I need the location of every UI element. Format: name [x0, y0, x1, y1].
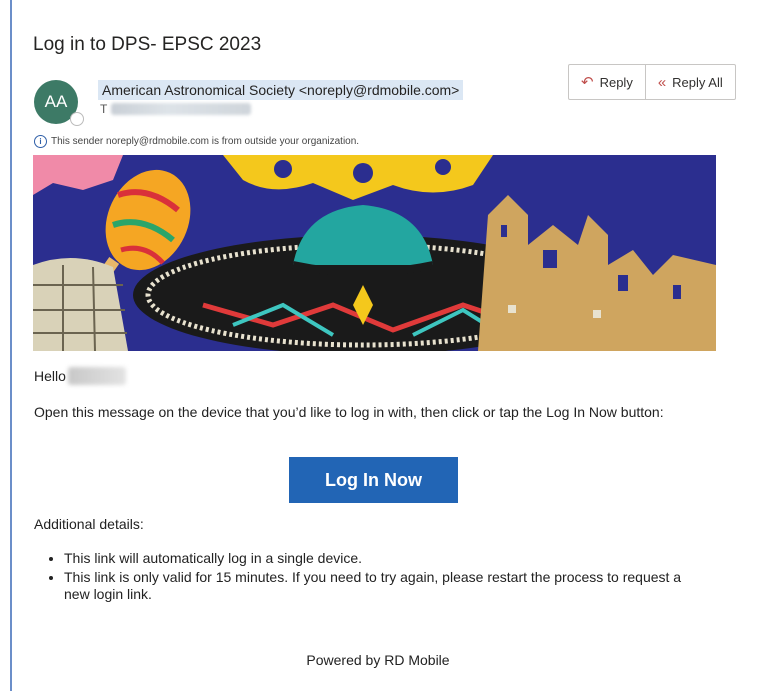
- recipient-prefix: T: [100, 102, 108, 116]
- log-in-now-button[interactable]: Log In Now: [289, 457, 458, 503]
- list-item: This link is only valid for 15 minutes. …: [64, 569, 704, 603]
- reading-pane-border: [10, 0, 12, 691]
- presence-icon: [70, 112, 84, 126]
- external-sender-notice: i This sender noreply@rdmobile.com is fr…: [34, 135, 359, 148]
- greeting-text: Hello: [34, 368, 66, 384]
- recipient-redacted: [111, 103, 252, 115]
- avatar-initials: AA: [44, 92, 68, 111]
- reply-actions: ↶ Reply « Reply All: [568, 64, 736, 100]
- footer-text: Powered by RD Mobile: [306, 652, 450, 668]
- email-subject: Log in to DPS- EPSC 2023: [33, 34, 262, 55]
- banner-illustration: [33, 155, 716, 351]
- list-item: This link will automatically log in a si…: [64, 550, 704, 567]
- reply-all-label: Reply All: [672, 74, 723, 90]
- details-heading: Additional details:: [34, 516, 144, 532]
- reply-button[interactable]: ↶ Reply: [569, 65, 645, 99]
- external-notice-text: This sender noreply@rdmobile.com is from…: [51, 136, 360, 147]
- intro-paragraph: Open this message on the device that you…: [34, 404, 664, 420]
- reply-all-icon: «: [657, 73, 667, 91]
- recipient-name-redacted: [67, 367, 126, 385]
- info-icon: i: [34, 135, 47, 148]
- recipient-line: T: [100, 102, 252, 116]
- reply-icon: ↶: [581, 74, 594, 91]
- details-list: This link will automatically log in a si…: [40, 550, 704, 605]
- sender-name[interactable]: American Astronomical Society <noreply@r…: [98, 80, 464, 100]
- reply-all-button[interactable]: « Reply All: [644, 65, 735, 99]
- event-banner-image: [33, 155, 716, 351]
- footer: Powered by RD Mobile: [0, 652, 768, 668]
- reply-label: Reply: [599, 74, 633, 90]
- greeting: Hello: [34, 367, 126, 385]
